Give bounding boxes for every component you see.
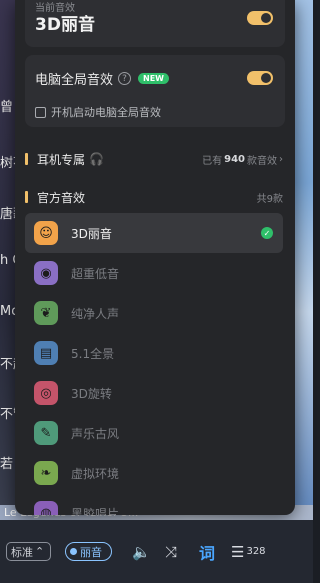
bg-text: 不管 <box>0 407 16 422</box>
playlist-button[interactable]: ☰ 328 <box>231 542 266 561</box>
sound-effect-button[interactable]: 丽音 <box>65 542 112 561</box>
official-effect-count: 共9款 <box>256 193 283 205</box>
autostart-checkbox-row[interactable]: 开机启动电脑全局音效 <box>35 104 161 120</box>
playlist-count: 328 <box>246 546 266 557</box>
bg-text: 唐薪 <box>0 207 16 222</box>
effect-item-virtual-env[interactable]: ❧ 虚拟环境 <box>25 453 283 493</box>
effect-item-vinyl[interactable]: ◍ 黑胶唱片 <box>25 493 283 515</box>
orbit-icon: ◎ <box>34 381 58 405</box>
volume-icon[interactable]: 🔈 <box>132 542 151 561</box>
effect-name: 纯净人声 <box>71 306 120 321</box>
effect-name: 3D旋转 <box>71 386 112 401</box>
count-suffix: 款音效 <box>247 155 277 167</box>
effect-item-3d-liyin[interactable]: ☺ 3D丽音 ✓ <box>25 213 283 253</box>
effect-name: 5.1全景 <box>71 346 115 361</box>
brush-icon: ✎ <box>34 421 58 445</box>
bg-text: Mo <box>0 304 16 319</box>
sound-effect-panel: 当前音效 3D丽音 电脑全局音效 ? NEW 开机启动电脑全局音效 耳机专属 🎧… <box>15 0 295 515</box>
shuffle-icon[interactable]: ⤨ <box>165 542 177 561</box>
quality-label: 标准 <box>11 545 33 559</box>
global-effect-title: 电脑全局音效 <box>35 73 114 88</box>
section-accent-bar <box>25 153 28 165</box>
count-prefix: 已有 <box>202 155 223 167</box>
effect-item-vocal-ancient[interactable]: ✎ 声乐古风 <box>25 413 283 453</box>
autostart-label: 开机启动电脑全局音效 <box>51 106 161 119</box>
new-badge: NEW <box>138 73 169 84</box>
background-album-art <box>294 0 313 520</box>
global-effect-title-row: 电脑全局音效 ? NEW <box>35 69 169 88</box>
effect-dot-icon <box>70 548 77 555</box>
official-section-header: 官方音效 共9款 <box>25 188 283 206</box>
effect-item-51-surround[interactable]: ▤ 5.1全景 <box>25 333 283 373</box>
effect-name: 声乐古风 <box>71 426 120 441</box>
background-song-list: 曾 树花 唐薪 h Ci Mo 不起 不管 若 <box>0 0 16 520</box>
earphone-section-title: 耳机专属 <box>37 152 86 167</box>
effect-name: 3D丽音 <box>71 226 112 241</box>
playlist-icon: ☰ <box>231 542 245 561</box>
autostart-checkbox[interactable] <box>35 106 46 118</box>
earphone-effect-count[interactable]: 已有 940 款音效 › <box>202 152 283 167</box>
speaker-icon: ◉ <box>34 261 58 285</box>
effect-item-pure-vocal[interactable]: ❦ 纯净人声 <box>25 293 283 333</box>
check-icon: ✓ <box>261 227 273 239</box>
effect-item-3d-rotate[interactable]: ◎ 3D旋转 <box>25 373 283 413</box>
earphone-section-header[interactable]: 耳机专属 🎧 已有 940 款音效 › <box>25 150 283 168</box>
bg-text: 若 <box>0 457 14 472</box>
lyrics-button[interactable]: 词 <box>199 542 215 563</box>
bg-text: h Ci <box>0 253 16 268</box>
global-effect-toggle[interactable] <box>247 71 273 85</box>
effect-item-super-bass[interactable]: ◉ 超重低音 <box>25 253 283 293</box>
effect-name: 虚拟环境 <box>71 466 120 481</box>
leaf-icon: ❧ <box>34 461 58 485</box>
effect-enable-toggle[interactable] <box>247 11 273 25</box>
sound-effect-label: 丽音 <box>80 545 102 559</box>
count-value: 940 <box>224 153 245 165</box>
vinyl-icon: ◍ <box>34 501 58 515</box>
current-effect-name: 3D丽音 <box>35 15 95 35</box>
leaf-wave-icon: ❦ <box>34 301 58 325</box>
current-effect-card: 当前音效 3D丽音 <box>25 0 285 47</box>
headphone-icon: 🎧 <box>89 152 104 166</box>
headphone-face-icon: ☺ <box>34 221 58 245</box>
couch-icon: ▤ <box>34 341 58 365</box>
bg-text: 曾 <box>0 100 14 115</box>
chevron-right-icon: › <box>279 153 283 165</box>
player-bar: 标准 ⌃ 丽音 🔈 ⤨ 词 ☰ 328 <box>0 520 313 583</box>
quality-button[interactable]: 标准 ⌃ <box>6 542 51 561</box>
effect-name: 黑胶唱片 <box>71 506 120 516</box>
effect-name: 超重低音 <box>71 266 120 281</box>
bg-text: 不起 <box>0 357 16 372</box>
help-icon[interactable]: ? <box>118 72 132 85</box>
chevron-up-icon: ⌃ <box>35 545 45 558</box>
effect-list: ☺ 3D丽音 ✓ ◉ 超重低音 ❦ 纯净人声 ▤ 5.1全景 ◎ 3D旋转 ✎ … <box>25 213 283 515</box>
official-section-title: 官方音效 <box>37 190 86 205</box>
section-accent-bar <box>25 191 28 203</box>
bg-text: 树花 <box>0 156 16 171</box>
global-effect-card: 电脑全局音效 ? NEW 开机启动电脑全局音效 <box>25 55 285 127</box>
